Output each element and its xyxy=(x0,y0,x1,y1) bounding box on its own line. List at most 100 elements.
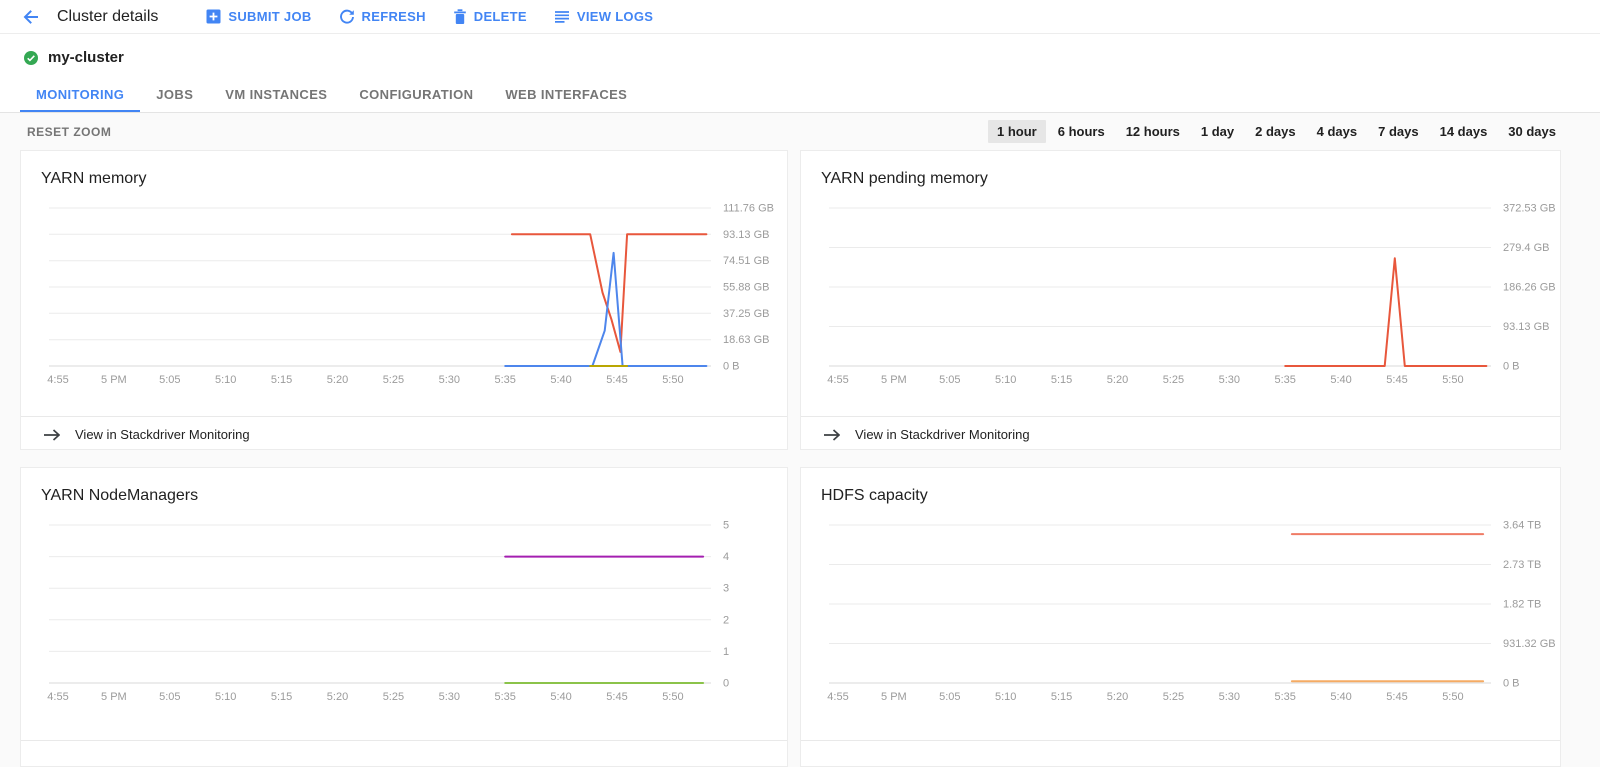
reset-zoom-button[interactable]: RESET ZOOM xyxy=(27,125,111,139)
refresh-icon xyxy=(339,9,355,25)
tab-monitoring[interactable]: MONITORING xyxy=(20,77,140,112)
svg-text:5:30: 5:30 xyxy=(439,691,460,703)
card-yarn-nodemanagers: YARN NodeManagers 5432104:555 PM5:055:10… xyxy=(20,467,788,767)
chart-canvas: 372.53 GB279.4 GB186.26 GB93.13 GB0 B4:5… xyxy=(821,198,1557,394)
tab-bar: MONITORINGJOBSVM INSTANCESCONFIGURATIONW… xyxy=(0,77,1600,113)
stackdriver-link[interactable]: View in Stackdriver Monitoring xyxy=(43,427,250,442)
chart-title: YARN pending memory xyxy=(821,169,1560,189)
svg-text:5:20: 5:20 xyxy=(1107,691,1128,703)
svg-text:5:15: 5:15 xyxy=(271,691,292,703)
chart-yarn-memory-canvas[interactable]: 111.76 GB93.13 GB74.51 GB55.88 GB37.25 G… xyxy=(41,198,787,394)
cluster-name: my-cluster xyxy=(48,49,124,66)
submit-job-button[interactable]: SUBMIT JOB xyxy=(206,9,311,25)
svg-text:5:35: 5:35 xyxy=(1274,691,1295,703)
svg-text:931.32 GB: 931.32 GB xyxy=(1503,638,1556,650)
view-logs-label: VIEW LOGS xyxy=(577,9,653,24)
svg-text:5:30: 5:30 xyxy=(439,374,460,386)
svg-text:5:35: 5:35 xyxy=(494,374,515,386)
chart-footer-divider xyxy=(801,740,1560,751)
range-1-day[interactable]: 1 day xyxy=(1192,120,1243,143)
svg-text:5:05: 5:05 xyxy=(159,374,180,386)
svg-text:5:10: 5:10 xyxy=(215,374,236,386)
svg-text:5:05: 5:05 xyxy=(939,374,960,386)
svg-text:111.76 GB: 111.76 GB xyxy=(723,203,774,215)
stackdriver-link[interactable]: View in Stackdriver Monitoring xyxy=(823,427,1030,442)
tab-web-interfaces[interactable]: WEB INTERFACES xyxy=(489,77,643,112)
delete-icon xyxy=(453,9,467,25)
svg-text:5:50: 5:50 xyxy=(662,374,683,386)
svg-text:5:30: 5:30 xyxy=(1219,374,1240,386)
svg-text:5:15: 5:15 xyxy=(271,374,292,386)
svg-text:5:45: 5:45 xyxy=(606,374,627,386)
svg-text:5:10: 5:10 xyxy=(995,691,1016,703)
range-6-hours[interactable]: 6 hours xyxy=(1049,120,1114,143)
svg-text:5 PM: 5 PM xyxy=(101,691,127,703)
svg-text:0 B: 0 B xyxy=(723,361,740,373)
delete-button[interactable]: DELETE xyxy=(453,9,527,25)
svg-text:5: 5 xyxy=(723,520,729,532)
chart-footer-divider xyxy=(21,740,787,751)
svg-text:372.53 GB: 372.53 GB xyxy=(1503,203,1556,215)
svg-text:2.73 TB: 2.73 TB xyxy=(1503,559,1541,571)
toolbar-actions: SUBMIT JOB REFRESH DELETE VIEW LOGS xyxy=(206,9,653,25)
page-title: Cluster details xyxy=(57,8,158,26)
svg-text:55.88 GB: 55.88 GB xyxy=(723,282,769,294)
view-logs-button[interactable]: VIEW LOGS xyxy=(554,9,653,25)
svg-text:37.25 GB: 37.25 GB xyxy=(723,308,769,320)
view-logs-icon xyxy=(554,10,570,24)
svg-text:5:40: 5:40 xyxy=(1330,691,1351,703)
time-range-selector: 1 hour6 hours12 hours1 day2 days4 days7 … xyxy=(988,120,1565,143)
chart-canvas: 111.76 GB93.13 GB74.51 GB55.88 GB37.25 G… xyxy=(41,198,777,394)
range-1-hour[interactable]: 1 hour xyxy=(988,120,1046,143)
range-14-days[interactable]: 14 days xyxy=(1431,120,1497,143)
tab-vm-instances[interactable]: VM INSTANCES xyxy=(209,77,343,112)
svg-text:5:40: 5:40 xyxy=(550,691,571,703)
chart-canvas: 5432104:555 PM5:055:105:155:205:255:305:… xyxy=(41,515,777,711)
range-12-hours[interactable]: 12 hours xyxy=(1117,120,1189,143)
svg-text:186.26 GB: 186.26 GB xyxy=(1503,282,1556,294)
zoom-bar: RESET ZOOM 1 hour6 hours12 hours1 day2 d… xyxy=(0,113,1600,150)
svg-text:5:30: 5:30 xyxy=(1219,691,1240,703)
svg-text:5:35: 5:35 xyxy=(1274,374,1295,386)
svg-text:5:10: 5:10 xyxy=(215,691,236,703)
chart-hdfs-capacity-canvas[interactable]: 3.64 TB2.73 TB1.82 TB931.32 GB0 B4:555 P… xyxy=(821,515,1560,711)
range-30-days[interactable]: 30 days xyxy=(1499,120,1565,143)
svg-text:4: 4 xyxy=(723,551,729,563)
arrow-right-icon xyxy=(43,429,60,441)
range-2-days[interactable]: 2 days xyxy=(1246,120,1304,143)
svg-text:4:55: 4:55 xyxy=(827,374,848,386)
refresh-button[interactable]: REFRESH xyxy=(339,9,426,25)
range-4-days[interactable]: 4 days xyxy=(1308,120,1366,143)
svg-text:93.13 GB: 93.13 GB xyxy=(1503,321,1549,333)
card-yarn-pending-memory: YARN pending memory 372.53 GB279.4 GB186… xyxy=(800,150,1561,450)
submit-job-label: SUBMIT JOB xyxy=(228,9,311,24)
svg-text:5:25: 5:25 xyxy=(383,374,404,386)
range-7-days[interactable]: 7 days xyxy=(1369,120,1427,143)
check-circle-icon xyxy=(24,51,38,65)
chart-title: HDFS capacity xyxy=(821,486,1560,506)
svg-text:5:15: 5:15 xyxy=(1051,374,1072,386)
arrow-right-icon xyxy=(823,429,840,441)
svg-text:3: 3 xyxy=(723,583,729,595)
add-box-icon xyxy=(206,9,221,24)
svg-text:5 PM: 5 PM xyxy=(881,374,907,386)
svg-text:5:20: 5:20 xyxy=(1107,374,1128,386)
top-toolbar: Cluster details SUBMIT JOB REFRESH DELETE V… xyxy=(0,0,1600,34)
svg-text:5 PM: 5 PM xyxy=(881,691,907,703)
svg-text:5:50: 5:50 xyxy=(662,691,683,703)
tab-configuration[interactable]: CONFIGURATION xyxy=(343,77,489,112)
chart-yarn-nodemanagers-canvas[interactable]: 5432104:555 PM5:055:105:155:205:255:305:… xyxy=(41,515,787,711)
tab-jobs[interactable]: JOBS xyxy=(140,77,209,112)
back-button[interactable] xyxy=(22,8,40,26)
svg-text:5:45: 5:45 xyxy=(606,691,627,703)
svg-text:5:40: 5:40 xyxy=(550,374,571,386)
chart-footer: View in Stackdriver Monitoring xyxy=(21,416,787,442)
charts-grid: YARN memory 111.76 GB93.13 GB74.51 GB55.… xyxy=(20,150,1600,767)
chart-footer: View in Stackdriver Monitoring xyxy=(801,416,1560,442)
svg-text:4:55: 4:55 xyxy=(47,374,68,386)
svg-text:5:05: 5:05 xyxy=(939,691,960,703)
refresh-label: REFRESH xyxy=(362,9,426,24)
svg-text:5:10: 5:10 xyxy=(995,374,1016,386)
chart-yarn-pending-memory-canvas[interactable]: 372.53 GB279.4 GB186.26 GB93.13 GB0 B4:5… xyxy=(821,198,1560,394)
svg-text:5:40: 5:40 xyxy=(1330,374,1351,386)
